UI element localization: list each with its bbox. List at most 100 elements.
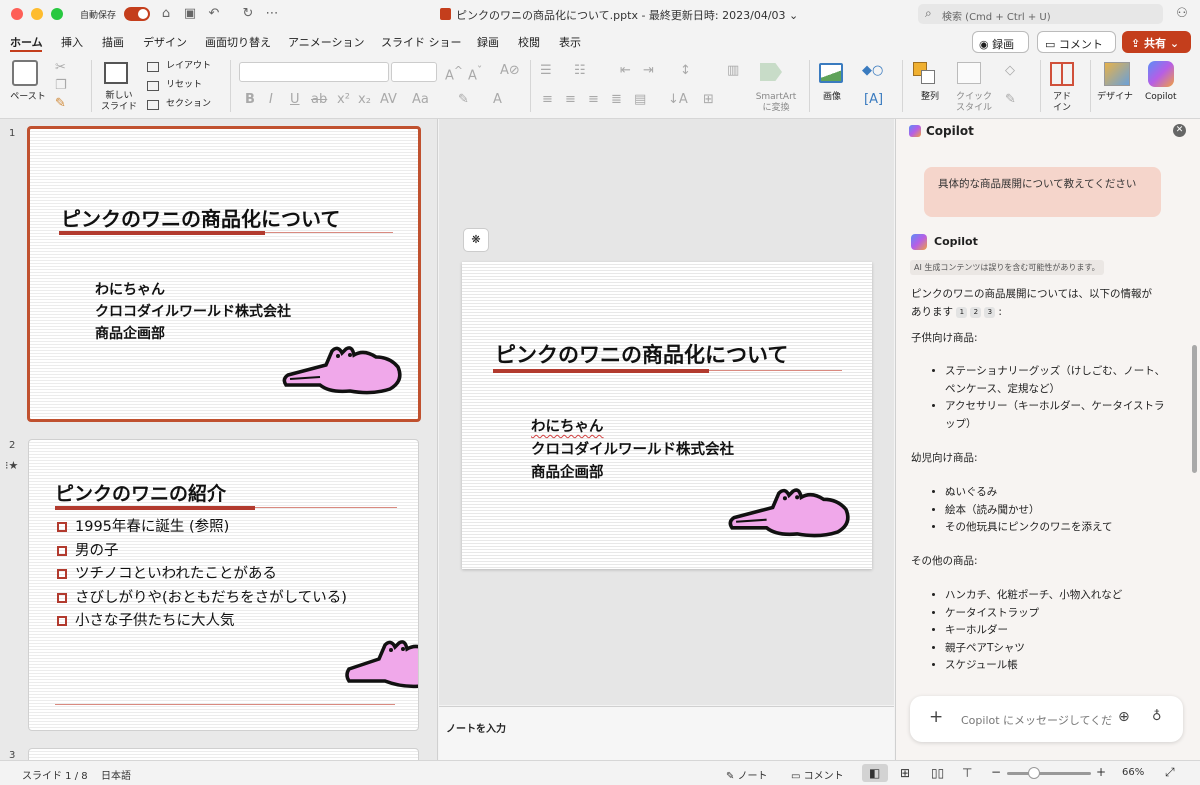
zoom-in-icon[interactable]: +: [1096, 765, 1106, 779]
account-icon[interactable]: ⚇: [1174, 6, 1190, 21]
undo-icon[interactable]: ↶: [206, 6, 222, 21]
align-left-icon[interactable]: ≡: [542, 92, 553, 107]
citation-3[interactable]: 3: [984, 306, 996, 318]
shapes-icon[interactable]: ◆○: [862, 63, 883, 78]
picture-label[interactable]: 画像: [823, 92, 841, 103]
tab-record[interactable]: 録画: [477, 34, 499, 50]
pink-crocodile-image[interactable]: [724, 481, 854, 538]
bold-icon[interactable]: B: [245, 92, 255, 107]
microphone-icon[interactable]: ♁: [1152, 709, 1162, 724]
addin-label[interactable]: アド イン: [1050, 92, 1074, 114]
slide-thumbnail-1[interactable]: ピンクのワニの商品化について わにちゃん クロコダイルワールド株式会社 商品企画…: [27, 126, 421, 422]
decrease-font-icon[interactable]: Aˇ: [468, 64, 482, 83]
comment-button[interactable]: ▭ コメント: [1037, 31, 1116, 53]
columns-icon[interactable]: ▥: [727, 63, 739, 78]
arrange-label[interactable]: 整列: [921, 92, 939, 103]
line-spacing-icon[interactable]: ↕: [680, 63, 691, 78]
autosave-toggle[interactable]: [124, 7, 150, 21]
align-right-icon[interactable]: ≡: [588, 92, 599, 107]
more-icon[interactable]: ⋯: [264, 6, 280, 21]
notes-toggle[interactable]: ✎ ノート: [726, 767, 768, 782]
slide-body[interactable]: わにちゃん クロコダイルワールド株式会社 商品企画部: [531, 416, 734, 485]
change-case-icon[interactable]: Aa: [412, 92, 429, 107]
italic-icon[interactable]: I: [269, 92, 273, 107]
copilot-ribbon-label[interactable]: Copilot: [1145, 92, 1177, 103]
shape-fill-icon[interactable]: ◇: [1005, 63, 1015, 78]
citation-2[interactable]: 2: [970, 306, 982, 318]
superscript-icon[interactable]: x²: [337, 92, 350, 107]
save-icon[interactable]: ▣: [182, 6, 198, 21]
quick-style-label[interactable]: クイック スタイル: [954, 92, 994, 114]
font-family-dropdown[interactable]: [239, 62, 389, 82]
fit-to-window-icon[interactable]: ⤢: [1165, 765, 1175, 780]
font-color-icon[interactable]: A: [493, 92, 502, 107]
bullets-icon[interactable]: ☰: [540, 63, 552, 78]
slide-sorter-icon[interactable]: ⊞: [900, 766, 910, 780]
comments-toggle[interactable]: ▭ コメント: [791, 767, 844, 782]
copilot-floating-icon[interactable]: ❋: [463, 228, 489, 252]
zoom-level[interactable]: 66%: [1122, 767, 1144, 778]
presenter-view-icon[interactable]: ⊤: [962, 766, 972, 780]
justify-icon[interactable]: ≣: [611, 92, 622, 107]
main-slide[interactable]: ピンクのワニの商品化について わにちゃん クロコダイルワールド株式会社 商品企画…: [462, 262, 872, 569]
section-button[interactable]: セクション: [166, 99, 211, 110]
zoom-slider-handle[interactable]: [1028, 767, 1040, 779]
notes-pane[interactable]: [439, 706, 894, 760]
slide-thumbnail-2[interactable]: ピンクのワニの紹介 1995年春に誕生 (参照) 男の子 ツチノコといわれたこと…: [28, 439, 419, 731]
cut-icon[interactable]: ✂: [55, 60, 66, 75]
addin-icon[interactable]: [1050, 62, 1074, 86]
close-window-button[interactable]: [11, 8, 23, 20]
numbering-icon[interactable]: ☷: [574, 63, 586, 78]
citation-1[interactable]: 1: [956, 306, 968, 318]
reading-view-icon[interactable]: ▯▯: [931, 766, 944, 780]
shape-outline-icon[interactable]: ✎: [1005, 92, 1016, 107]
paste-icon[interactable]: [12, 60, 38, 86]
zoom-slider[interactable]: [1007, 772, 1091, 775]
underline-icon[interactable]: U: [290, 92, 300, 107]
tab-slideshow[interactable]: スライド ショー: [381, 34, 462, 50]
new-slide-icon[interactable]: [104, 62, 128, 84]
tab-review[interactable]: 校閲: [518, 34, 540, 50]
minimize-window-button[interactable]: [31, 8, 43, 20]
char-spacing-icon[interactable]: AV: [380, 92, 397, 107]
copilot-ribbon-icon[interactable]: [1148, 61, 1174, 87]
reset-button[interactable]: リセット: [166, 80, 202, 91]
designer-icon[interactable]: [1104, 62, 1130, 86]
tab-animations[interactable]: アニメーション: [288, 34, 365, 50]
format-painter-icon[interactable]: ✎: [55, 96, 66, 111]
tab-view[interactable]: 表示: [559, 34, 581, 50]
tab-insert[interactable]: 挿入: [61, 34, 83, 50]
clear-format-icon[interactable]: A⊘: [500, 63, 520, 78]
slide-title[interactable]: ピンクのワニの商品化について: [495, 339, 788, 369]
font-size-dropdown[interactable]: [391, 62, 437, 82]
text-direction-icon[interactable]: ↓A: [668, 92, 688, 107]
increase-font-icon[interactable]: A^: [445, 64, 463, 83]
notes-placeholder[interactable]: ノートを入力: [446, 720, 506, 735]
language-indicator[interactable]: 日本語: [101, 767, 131, 782]
strikethrough-icon[interactable]: ab: [311, 92, 327, 107]
copy-icon[interactable]: ❐: [55, 78, 67, 93]
document-title[interactable]: ピンクのワニの商品化について.pptx - 最終更新日時: 2023/04/03…: [456, 7, 798, 23]
zoom-out-icon[interactable]: −: [991, 765, 1001, 779]
highlight-icon[interactable]: ✎: [458, 92, 469, 107]
picture-icon[interactable]: [819, 63, 843, 83]
copilot-message-input[interactable]: + Copilot にメッセージしてくだ ⊕ ♁: [910, 696, 1183, 742]
tab-design[interactable]: デザイン: [143, 34, 187, 50]
textbox-icon[interactable]: [A]: [864, 92, 883, 107]
tab-draw[interactable]: 描画: [102, 34, 124, 50]
globe-icon[interactable]: ⊕: [1118, 709, 1130, 725]
quick-style-icon[interactable]: [957, 62, 981, 84]
smartart-label[interactable]: SmartArt に変換: [752, 92, 800, 114]
layout-button[interactable]: レイアウト: [166, 61, 211, 72]
record-button[interactable]: ◉ 録画: [972, 31, 1029, 53]
align-text-icon[interactable]: ⊞: [703, 92, 714, 107]
copilot-scrollbar[interactable]: [1192, 345, 1197, 473]
home-icon[interactable]: ⌂: [158, 6, 174, 21]
distributed-icon[interactable]: ▤: [634, 92, 646, 107]
align-center-icon[interactable]: ≡: [565, 92, 576, 107]
close-icon[interactable]: ✕: [1173, 124, 1186, 137]
tab-home[interactable]: ホーム: [10, 34, 43, 50]
designer-label[interactable]: デザイナ: [1097, 92, 1133, 103]
redo-icon[interactable]: ↻: [240, 6, 256, 21]
zoom-window-button[interactable]: [51, 8, 63, 20]
